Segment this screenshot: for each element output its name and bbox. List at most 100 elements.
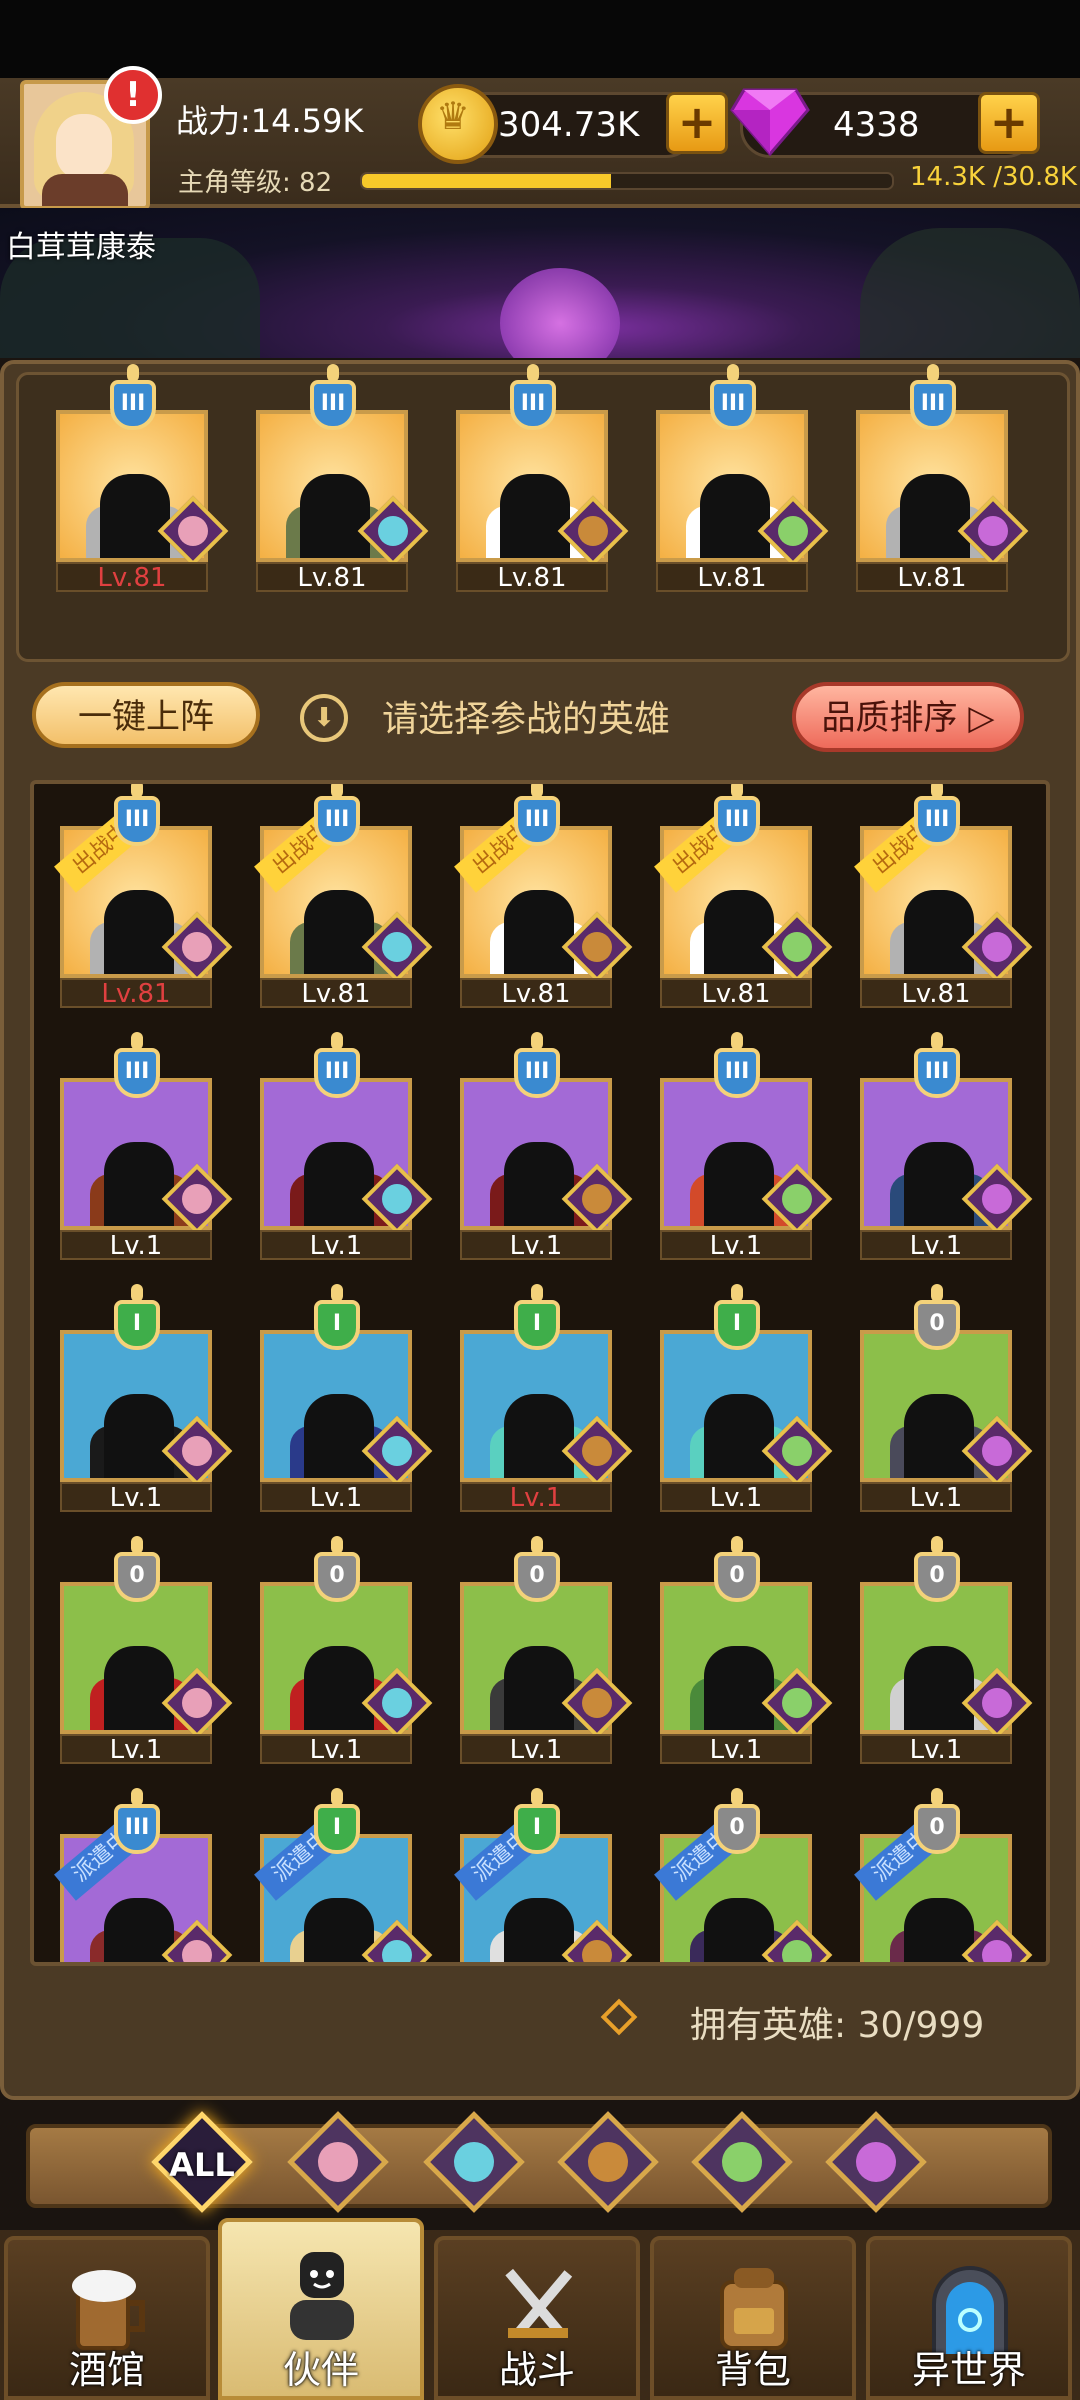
- rank-numeral: I: [514, 1300, 560, 1350]
- hero-card[interactable]: 出战中 III Lv.81: [654, 784, 833, 1008]
- hero-card[interactable]: 派遣中 III: [54, 1788, 233, 1962]
- gem-icon: [730, 88, 810, 156]
- faction-emblem: [722, 2142, 762, 2182]
- hero-card[interactable]: III Lv.1: [860, 1032, 1033, 1260]
- hero-card[interactable]: 0 Lv.1: [860, 1284, 1033, 1512]
- hero-level: Lv.1: [660, 1734, 812, 1764]
- faction-emblem: [856, 2142, 896, 2182]
- hero-card[interactable]: 出战中 III Lv.81: [254, 784, 433, 1008]
- avatar-body: [42, 174, 128, 206]
- hero-card[interactable]: III Lv.1: [460, 1032, 633, 1260]
- rank-numeral: 0: [314, 1552, 360, 1602]
- hero-figure: [504, 890, 574, 974]
- hero-card[interactable]: 0 Lv.1: [460, 1536, 633, 1764]
- hero-card[interactable]: 0 Lv.1: [60, 1536, 233, 1764]
- add-gold-button[interactable]: +: [666, 92, 728, 154]
- nav-label: 战斗: [498, 2348, 575, 2392]
- rank-numeral: I: [314, 1804, 360, 1854]
- hero-level: Lv.1: [460, 1230, 612, 1260]
- hero-level: Lv.1: [260, 1734, 412, 1764]
- filter-lion-faction[interactable]: [557, 2111, 659, 2213]
- hero-figure: [304, 1394, 374, 1478]
- one-key-deploy-button[interactable]: 一键上阵: [32, 682, 260, 748]
- rank-badge-icon: III: [702, 784, 772, 856]
- filter-ocean-faction[interactable]: [423, 2111, 525, 2213]
- hero-card[interactable]: III Lv.81: [56, 364, 229, 592]
- hero-level: Lv.1: [260, 1482, 412, 1512]
- hero-level: Lv.1: [60, 1230, 212, 1260]
- hero-card[interactable]: 0 Lv.1: [260, 1536, 433, 1764]
- rank-numeral: III: [514, 796, 560, 846]
- hero-figure: [704, 1142, 774, 1226]
- nav-tab-partner[interactable]: 伙伴: [218, 2218, 424, 2400]
- hero-figure: [100, 474, 170, 558]
- nav-tab-other-world[interactable]: 异世界: [866, 2236, 1072, 2400]
- rank-badge-icon: I: [302, 1788, 372, 1864]
- hero-figure: [904, 1394, 974, 1478]
- rank-badge-icon: III: [102, 784, 172, 856]
- add-gem-button[interactable]: +: [978, 92, 1040, 154]
- hero-level: Lv.1: [60, 1734, 212, 1764]
- rank-numeral: III: [110, 380, 156, 430]
- hero-figure: [504, 1646, 574, 1730]
- hero-list[interactable]: 出战中 III Lv.81 出战中 III Lv.81 出战中 III Lv.81 出战中 III L…: [30, 780, 1050, 1966]
- hero-card[interactable]: 出战中 III Lv.81: [854, 784, 1033, 1008]
- filter-all[interactable]: ALL: [151, 2111, 253, 2213]
- nav-tab-backpack[interactable]: 背包: [650, 2236, 856, 2400]
- hero-card[interactable]: 出战中 III Lv.81: [454, 784, 633, 1008]
- filter-crown-faction[interactable]: [287, 2111, 389, 2213]
- rank-numeral: 0: [114, 1552, 160, 1602]
- alert-icon[interactable]: !: [104, 66, 162, 124]
- hero-figure: [304, 1142, 374, 1226]
- rank-badge-icon: I: [502, 1788, 572, 1864]
- hero-card[interactable]: III Lv.1: [660, 1032, 833, 1260]
- xp-fill: [362, 174, 612, 188]
- gem-amount: 4338: [833, 105, 920, 145]
- hero-card[interactable]: 0 Lv.1: [860, 1536, 1033, 1764]
- nav-tab-tavern[interactable]: 酒馆: [4, 2236, 210, 2400]
- hero-card[interactable]: III Lv.1: [60, 1032, 233, 1260]
- nav-label: 酒馆: [68, 2348, 145, 2392]
- hero-card[interactable]: 派遣中 I: [254, 1788, 433, 1962]
- hero-card[interactable]: III Lv.1: [260, 1032, 433, 1260]
- hero-card[interactable]: I Lv.1: [660, 1284, 833, 1512]
- hero-card[interactable]: III Lv.81: [456, 364, 629, 592]
- hero-figure: [104, 890, 174, 974]
- nav-tab-battle[interactable]: 战斗: [434, 2236, 640, 2400]
- rank-badge-icon: 0: [702, 1536, 772, 1612]
- hero-card[interactable]: III Lv.81: [256, 364, 429, 592]
- rank-numeral: I: [114, 1300, 160, 1350]
- hero-level: Lv.1: [660, 1482, 812, 1512]
- gold-amount: 304.73K: [498, 105, 640, 145]
- hero-level: Lv.81: [656, 562, 808, 592]
- hero-card[interactable]: III Lv.81: [656, 364, 829, 592]
- hero-level: Lv.81: [856, 562, 1008, 592]
- hero-figure: [904, 890, 974, 974]
- hero-card[interactable]: 0 Lv.1: [660, 1536, 833, 1764]
- rank-badge-icon: III: [502, 784, 572, 856]
- rank-badge-icon: III: [902, 1032, 972, 1108]
- hero-card[interactable]: 派遣中 0: [854, 1788, 1033, 1962]
- rank-badge-icon: 0: [902, 1284, 972, 1360]
- hero-card[interactable]: 派遣中 I: [454, 1788, 633, 1962]
- hero-card[interactable]: I Lv.1: [260, 1284, 433, 1512]
- hero-level: Lv.81: [460, 978, 612, 1008]
- rank-badge-icon: III: [298, 364, 368, 440]
- hero-figure: [704, 1394, 774, 1478]
- hero-level: Lv.1: [460, 1734, 612, 1764]
- hero-card[interactable]: 派遣中 0: [654, 1788, 833, 1962]
- faction-emblem: [454, 2142, 494, 2182]
- rank-numeral: III: [310, 380, 356, 430]
- quality-sort-button[interactable]: 品质排序 ▷: [792, 682, 1024, 752]
- rank-numeral: III: [710, 380, 756, 430]
- hero-level: Lv.81: [260, 978, 412, 1008]
- rank-badge-icon: I: [102, 1284, 172, 1360]
- hero-card[interactable]: 出战中 III Lv.81: [54, 784, 233, 1008]
- filter-demon-faction[interactable]: [825, 2111, 927, 2213]
- filter-elf-faction[interactable]: [691, 2111, 793, 2213]
- hero-card[interactable]: I Lv.1: [60, 1284, 233, 1512]
- hero-card[interactable]: I Lv.1: [460, 1284, 633, 1512]
- hero-figure: [104, 1142, 174, 1226]
- rank-badge-icon: III: [702, 1032, 772, 1108]
- hero-card[interactable]: III Lv.81: [856, 364, 1029, 592]
